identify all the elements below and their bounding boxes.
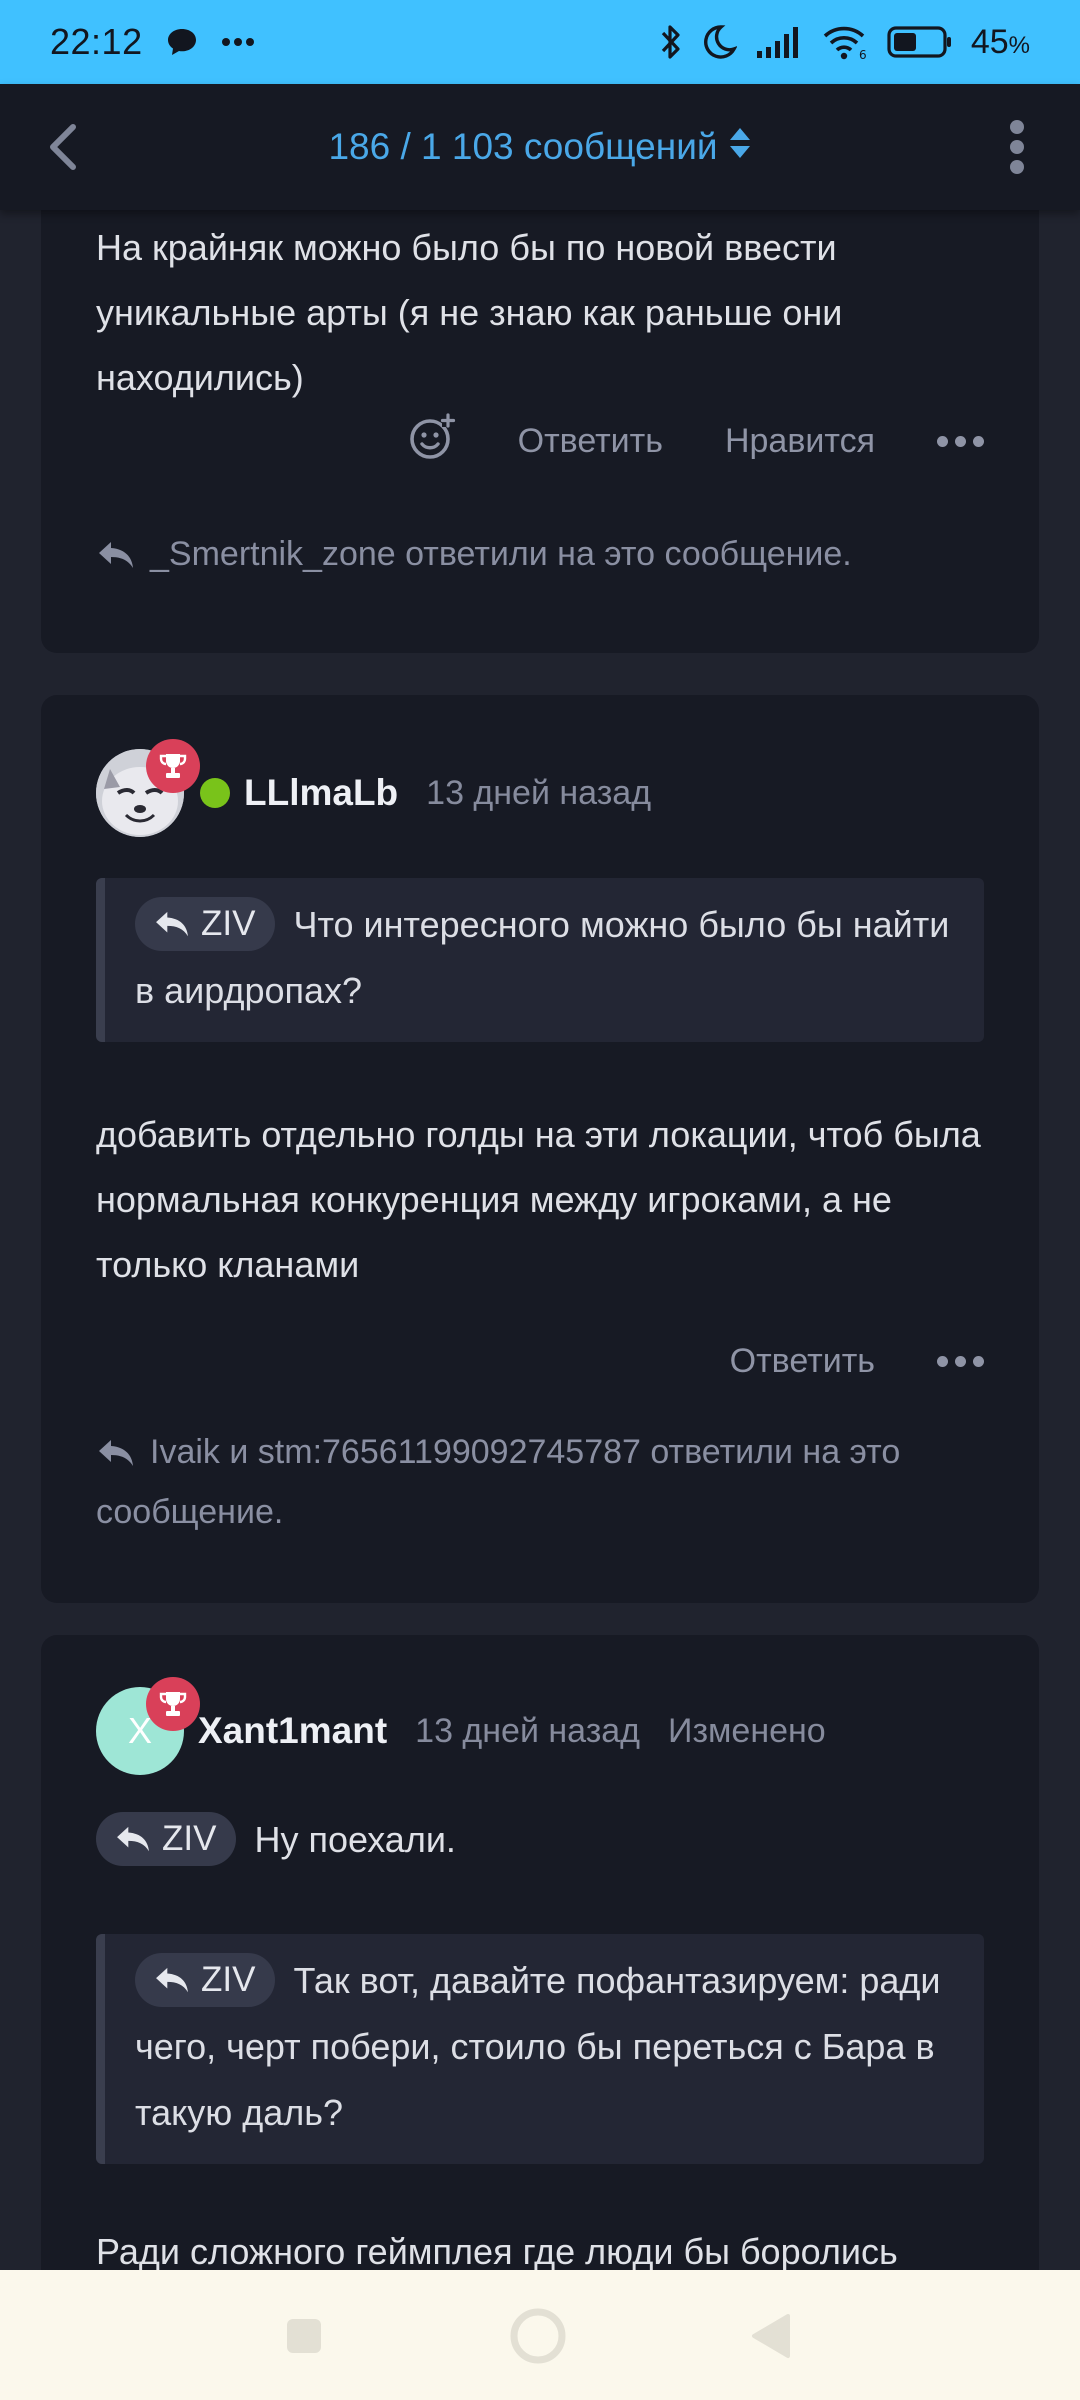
reply-arrow-icon [156,912,188,937]
inline-reply-text: Ну поехали. [254,1819,456,1860]
more-dots-icon [221,37,255,47]
post-body: На крайняк можно было бы по новой ввести… [96,227,843,398]
quote-author-chip[interactable]: ZIV [135,897,276,952]
quote-block[interactable]: ZIV Что интересного можно было бы найти … [96,878,984,1042]
reply-arrow-icon [96,1431,136,1485]
avatar[interactable] [96,739,200,837]
overflow-menu-icon[interactable] [984,114,1050,180]
post-card: LLlmaLb 13 дней назад ZIV Что интересног… [41,695,1039,1603]
thread-position-label: 186 / 1 103 сообщений [328,126,718,167]
reply-arrow-icon [156,1968,188,1993]
quote-author: ZIV [201,904,256,944]
moon-icon [701,23,737,61]
wifi-icon: 6 [821,24,869,60]
trophy-badge-icon [146,1677,200,1731]
add-reaction-icon[interactable] [408,413,456,470]
post-body: добавить отдельно голды на эти локации, … [96,1114,981,1285]
post-card: На крайняк можно было бы по новой ввести… [41,210,1039,653]
online-indicator [200,778,230,808]
recents-square-icon[interactable] [278,2310,330,2362]
reply-arrow-icon [117,1827,149,1852]
post-author-row: X Xant1mant 13 дней назад Изменено [96,1677,826,1775]
author-name[interactable]: LLlmaLb [244,772,398,814]
post-body: Ради сложного геймплея где люди бы борол… [96,2231,898,2270]
quote-author: ZIV [201,1960,256,2000]
post-time[interactable]: 13 дней назад [415,1712,640,1751]
reply-button[interactable]: Ответить [730,1342,875,1381]
reply-author-chip[interactable]: ZIV [96,1812,237,1867]
sort-arrows-icon [728,125,752,170]
more-options-icon[interactable] [937,436,984,447]
reply-author: ZIV [162,1819,217,1859]
reply-button[interactable]: Ответить [518,422,663,461]
post-actions: Ответить [730,1342,984,1381]
quote-author-chip[interactable]: ZIV [135,1953,276,2008]
svg-text:6: 6 [859,48,867,60]
home-circle-icon[interactable] [508,2306,568,2366]
replied-notice[interactable]: Ivaik и stm:76561199092745787 ответили н… [96,1425,976,1539]
signal-icon [755,25,803,59]
reply-arrow-icon [96,533,136,587]
thread-position-selector[interactable]: 186 / 1 103 сообщений [328,125,751,170]
chat-bubble-icon [165,26,199,58]
replied-notice-text: Ivaik и stm:76561199092745787 ответили н… [96,1433,901,1531]
more-options-icon[interactable] [937,1356,984,1367]
post-card: X Xant1mant 13 дней назад Изменено ZIV Н… [41,1635,1039,2270]
bluetooth-icon [659,22,683,62]
quote-block[interactable]: ZIV Так вот, давайте пофантазируем: ради… [96,1934,984,2164]
system-nav-bar [0,2270,1080,2400]
post-time[interactable]: 13 дней назад [426,774,651,813]
app-bar: 186 / 1 103 сообщений [0,84,1080,210]
message-feed[interactable]: На крайняк можно было бы по новой ввести… [0,210,1080,2270]
inline-reply-line: ZIV Ну поехали. [96,1807,986,1872]
post-author-row: LLlmaLb 13 дней назад [96,739,651,837]
back-chevron-icon[interactable] [30,114,96,180]
post-actions: Ответить Нравится [408,413,984,470]
like-button[interactable]: Нравится [725,422,875,461]
back-triangle-icon[interactable] [744,2310,796,2362]
battery-icon [887,25,953,59]
battery-percent: 45% [970,22,1030,61]
replied-notice-text: _Smertnik_zone ответили на это сообщение… [150,535,852,573]
edited-label[interactable]: Изменено [668,1712,826,1751]
trophy-badge-icon [146,739,200,793]
avatar[interactable]: X [96,1677,200,1775]
status-time: 22:12 [50,21,143,62]
status-bar: 22:12 6 45% [0,0,1080,84]
author-name[interactable]: Xant1mant [198,1710,387,1752]
replied-notice[interactable]: _Smertnik_zone ответили на это сообщение… [96,527,976,587]
